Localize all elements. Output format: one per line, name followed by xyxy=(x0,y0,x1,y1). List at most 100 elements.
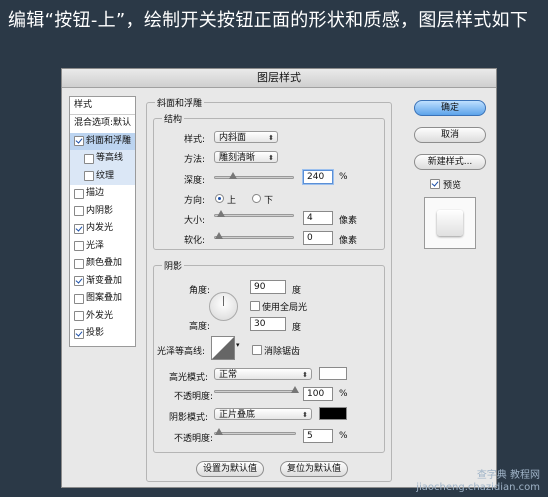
highlight-opacity-slider[interactable] xyxy=(214,386,299,393)
sidebar-item-drop-shadow[interactable]: 投影 xyxy=(70,325,135,343)
highlight-mode-label: 高光模式: xyxy=(169,373,209,383)
shading-group: 阴影 角度: 90 度 使用全局光 高度: 30 度 光泽等高线: ▾ 消除锯齿… xyxy=(153,259,385,453)
styles-sidebar: 样式 混合选项:默认 斜面和浮雕 等高线 纹理 描边 内阴影 内发光 光泽 颜色… xyxy=(69,96,136,347)
updown-arrow-icon: ⬍ xyxy=(302,371,308,379)
angle-input[interactable]: 90 xyxy=(250,280,286,294)
slider-thumb-icon[interactable] xyxy=(229,172,237,179)
sidebar-item-label: 斜面和浮雕 xyxy=(86,135,132,146)
size-slider[interactable] xyxy=(214,210,294,217)
updown-arrow-icon: ⬍ xyxy=(302,411,308,419)
highlight-opacity-unit: % xyxy=(339,389,348,399)
gloss-contour-label: 光泽等高线: xyxy=(157,347,206,357)
sidebar-item-label: 混合选项:默认 xyxy=(74,118,132,128)
sidebar-header: 样式 xyxy=(70,97,135,115)
checkbox-icon[interactable] xyxy=(74,293,84,304)
direction-up-label: 上 xyxy=(227,196,237,206)
depth-input[interactable]: 240 xyxy=(303,170,333,184)
sidebar-item-label: 内发光 xyxy=(86,223,114,233)
sidebar-item-inner-glow[interactable]: 内发光 xyxy=(70,220,135,238)
altitude-unit: 度 xyxy=(292,323,302,333)
depth-label: 深度: xyxy=(184,176,206,186)
gloss-contour-preview[interactable] xyxy=(211,336,235,360)
sidebar-item-pattern-overlay[interactable]: 图案叠加 xyxy=(70,290,135,308)
technique-select[interactable]: 雕刻清晰 ⬍ xyxy=(214,151,278,163)
sidebar-item-texture[interactable]: 纹理 xyxy=(70,167,135,185)
group-title: 斜面和浮雕 xyxy=(155,96,205,109)
soften-slider[interactable] xyxy=(214,232,294,239)
new-style-button[interactable]: 新建样式... xyxy=(414,154,486,170)
group-title: 阴影 xyxy=(162,259,185,272)
sidebar-item-stroke[interactable]: 描边 xyxy=(70,185,135,203)
checkbox-icon[interactable] xyxy=(74,241,84,252)
anti-aliased-checkbox[interactable] xyxy=(252,345,262,355)
size-input[interactable]: 4 xyxy=(303,211,333,225)
bevel-emboss-group: 斜面和浮雕 结构 样式: 内斜面 ⬍ 方法: 雕刻清晰 ⬍ 深度: 240 % 方向… xyxy=(146,96,392,482)
angle-dial[interactable] xyxy=(209,292,238,321)
checkbox-icon[interactable] xyxy=(74,188,84,199)
style-preview-thumbnail xyxy=(424,197,476,249)
style-select[interactable]: 内斜面 ⬍ xyxy=(214,131,278,143)
direction-label: 方向: xyxy=(184,196,206,206)
shadow-opacity-slider[interactable] xyxy=(214,428,296,435)
shadow-color-swatch[interactable] xyxy=(319,407,347,420)
size-unit: 像素 xyxy=(339,216,358,226)
cancel-button[interactable]: 取消 xyxy=(414,127,486,143)
sidebar-item-blend-options[interactable]: 混合选项:默认 xyxy=(70,115,135,133)
updown-arrow-icon: ⬍ xyxy=(268,154,274,162)
checkbox-icon[interactable] xyxy=(74,311,84,322)
depth-slider[interactable] xyxy=(214,172,294,179)
shadow-opacity-input[interactable]: 5 xyxy=(303,429,333,443)
checkbox-icon[interactable] xyxy=(84,153,94,164)
shadow-mode-select[interactable]: 正片叠底 ⬍ xyxy=(214,408,312,420)
checkbox-icon[interactable] xyxy=(74,223,84,234)
shadow-mode-label: 阴影模式: xyxy=(169,413,209,423)
checkbox-icon[interactable] xyxy=(74,136,84,147)
checkbox-icon[interactable] xyxy=(74,258,84,269)
preview-checkbox[interactable] xyxy=(430,179,440,189)
sidebar-item-satin[interactable]: 光泽 xyxy=(70,238,135,256)
reset-default-button[interactable]: 复位为默认值 xyxy=(280,461,348,477)
sidebar-item-gradient-overlay[interactable]: 渐变叠加 xyxy=(70,273,135,291)
make-default-button[interactable]: 设置为默认值 xyxy=(196,461,264,477)
soften-label: 软化: xyxy=(184,236,206,246)
sidebar-item-color-overlay[interactable]: 颜色叠加 xyxy=(70,255,135,273)
checkbox-icon[interactable] xyxy=(84,171,94,182)
sidebar-item-label: 内阴影 xyxy=(86,205,114,216)
sidebar-item-label: 颜色叠加 xyxy=(86,258,123,268)
sidebar-item-outer-glow[interactable]: 外发光 xyxy=(70,308,135,326)
slider-thumb-icon[interactable] xyxy=(291,386,299,393)
altitude-input[interactable]: 30 xyxy=(250,317,286,331)
sidebar-item-label: 等高线 xyxy=(96,153,124,163)
preview-swatch-icon xyxy=(437,210,463,236)
sidebar-item-label: 纹理 xyxy=(96,170,115,181)
slider-thumb-icon[interactable] xyxy=(215,428,223,435)
sidebar-item-contour[interactable]: 等高线 xyxy=(70,150,135,168)
slider-thumb-icon[interactable] xyxy=(215,232,223,239)
soften-unit: 像素 xyxy=(339,236,358,246)
highlight-opacity-input[interactable]: 100 xyxy=(303,387,333,401)
highlight-color-swatch[interactable] xyxy=(319,367,347,380)
sidebar-item-inner-shadow[interactable]: 内阴影 xyxy=(70,203,135,221)
soften-input[interactable]: 0 xyxy=(303,231,333,245)
checkbox-icon[interactable] xyxy=(74,328,84,339)
global-light-checkbox[interactable] xyxy=(250,301,260,311)
dropdown-arrow-icon[interactable]: ▾ xyxy=(236,341,240,349)
shadow-mode-value: 正片叠底 xyxy=(219,410,256,420)
layer-style-dialog: 图层样式 样式 混合选项:默认 斜面和浮雕 等高线 纹理 描边 内阴影 内发光 … xyxy=(61,68,497,488)
slider-thumb-icon[interactable] xyxy=(217,210,225,217)
sidebar-item-label: 投影 xyxy=(86,328,105,338)
direction-down-radio[interactable] xyxy=(252,194,261,203)
highlight-opacity-label: 不透明度: xyxy=(174,392,214,402)
sidebar-item-bevel-emboss[interactable]: 斜面和浮雕 xyxy=(70,132,135,150)
checkbox-icon[interactable] xyxy=(74,206,84,217)
updown-arrow-icon: ⬍ xyxy=(268,134,274,142)
anti-aliased-label: 消除锯齿 xyxy=(264,347,301,357)
linear-contour-icon xyxy=(212,337,234,359)
group-title: 结构 xyxy=(162,112,185,125)
highlight-mode-select[interactable]: 正常 ⬍ xyxy=(214,368,312,380)
direction-up-radio[interactable] xyxy=(215,194,224,203)
ok-button[interactable]: 确定 xyxy=(414,100,486,116)
checkbox-icon[interactable] xyxy=(74,276,84,287)
altitude-label: 高度: xyxy=(189,322,211,332)
sidebar-item-label: 外发光 xyxy=(86,310,114,321)
